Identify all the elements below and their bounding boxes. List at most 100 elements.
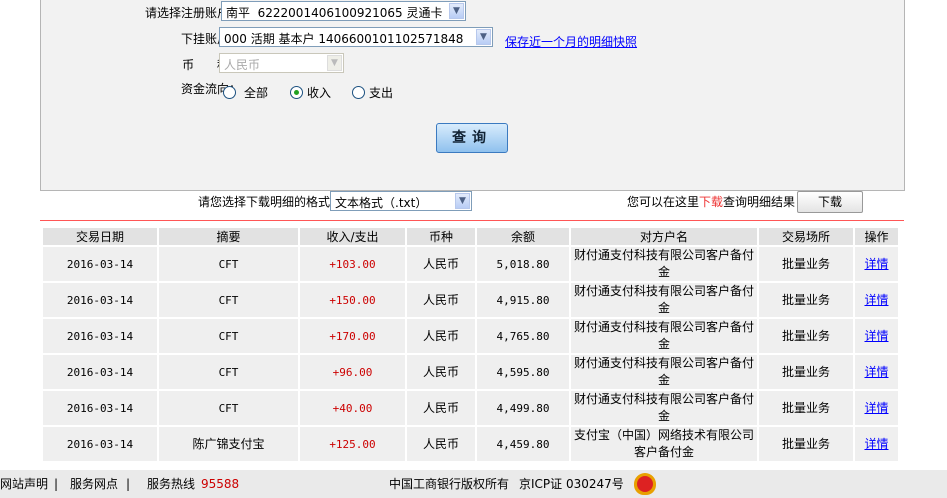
- format-value: 文本格式（.txt）: [335, 196, 428, 210]
- counterparty-cell: 财付通支付科技有限公司客户备付金: [569, 353, 759, 391]
- channel-cell: 批量业务: [757, 353, 855, 391]
- footer-link-branches[interactable]: 服务网点: [70, 470, 118, 498]
- amount-cell: +96.00: [298, 353, 407, 391]
- currency-cell: 人民币: [405, 281, 477, 319]
- column-header: 交易日期: [41, 228, 159, 247]
- currency-cell: 人民币: [405, 353, 477, 391]
- download-button[interactable]: 下载: [797, 191, 863, 213]
- balance-cell: 5,018.80: [475, 245, 571, 283]
- sub-account-select[interactable]: 000 活期 基本户 1406600101102571848 ▼: [219, 27, 493, 47]
- summary-cell: CFT: [157, 389, 300, 427]
- action-cell: 详情: [853, 245, 900, 283]
- balance-cell: 4,915.80: [475, 281, 571, 319]
- counterparty-cell: 财付通支付科技有限公司客户备付金: [569, 389, 759, 427]
- channel-cell: 批量业务: [757, 425, 855, 463]
- format-select[interactable]: 文本格式（.txt） ▼: [330, 191, 472, 211]
- column-header: 操作: [853, 228, 900, 247]
- date-cell: 2016-03-14: [41, 317, 159, 355]
- details-link[interactable]: 详情: [864, 257, 888, 271]
- details-link[interactable]: 详情: [864, 365, 888, 379]
- amount-cell: +103.00: [298, 245, 407, 283]
- details-link[interactable]: 详情: [864, 401, 888, 415]
- currency-select: 人民币 ▼: [219, 53, 344, 73]
- table-row: 2016-03-14 CFT +40.00 人民币 4,499.80 财付通支付科技有限公…: [41, 389, 900, 427]
- transactions-table: 交易日期 摘要 收入/支出 币种 余额 对方户名 交易场所 操作 2016-03-14 CFT +…: [41, 228, 900, 463]
- sub-account-value: 000 活期 基本户 1406600101102571848: [224, 32, 464, 46]
- counterparty-cell: 财付通支付科技有限公司客户备付金: [569, 281, 759, 319]
- query-panel: 请选择注册账户： 南平 6222001406100921065 灵通卡 ▼ 下挂账…: [40, 0, 905, 191]
- query-button[interactable]: 查询: [436, 123, 508, 153]
- footer: 网站声明 | 服务网点 | 服务热线 95588 中国工商银行版权所有 京ICP…: [0, 470, 947, 498]
- table-row: 2016-03-14 陈广锦支付宝 +125.00 人民币 4,459.80 支付宝（中国…: [41, 425, 900, 463]
- amount-cell: +125.00: [298, 425, 407, 463]
- action-cell: 详情: [853, 353, 900, 391]
- radio-label: 全部: [244, 86, 269, 100]
- format-label: 请您选择下载明细的格式: [198, 195, 331, 209]
- date-cell: 2016-03-14: [41, 353, 159, 391]
- hotline-number: 95588: [201, 477, 240, 491]
- summary-cell: CFT: [157, 353, 300, 391]
- amount-cell: +150.00: [298, 281, 407, 319]
- snapshot-link[interactable]: 保存近一个月的明细快照: [505, 33, 637, 50]
- column-header: 收入/支出: [298, 228, 407, 247]
- counterparty-cell: 财付通支付科技有限公司客户备付金: [569, 317, 759, 355]
- radio-label: 收入: [307, 86, 332, 100]
- table-row: 2016-03-14 CFT +170.00 人民币 4,765.80 财付通支付科技有限…: [41, 317, 900, 355]
- table-header: 交易日期 摘要 收入/支出 币种 余额 对方户名 交易场所 操作: [41, 228, 900, 247]
- badge-icon: [634, 473, 656, 495]
- balance-cell: 4,499.80: [475, 389, 571, 427]
- amount-cell: +170.00: [298, 317, 407, 355]
- amount-cell: +40.00: [298, 389, 407, 427]
- chevron-down-icon: ▼: [327, 55, 342, 71]
- flow-radio-expense[interactable]: 支出: [352, 84, 393, 101]
- details-link[interactable]: 详情: [864, 293, 888, 307]
- counterparty-cell: 财付通支付科技有限公司客户备付金: [569, 245, 759, 283]
- details-link[interactable]: 详情: [864, 437, 888, 451]
- channel-cell: 批量业务: [757, 317, 855, 355]
- radio-icon: [352, 86, 365, 99]
- summary-cell: CFT: [157, 317, 300, 355]
- balance-cell: 4,595.80: [475, 353, 571, 391]
- radio-checked-icon: [290, 86, 303, 99]
- details-link[interactable]: 详情: [864, 329, 888, 343]
- account-value: 南平 6222001406100921065 灵通卡: [226, 6, 443, 20]
- balance-cell: 4,459.80: [475, 425, 571, 463]
- flow-radio-income[interactable]: 收入: [290, 84, 331, 101]
- channel-cell: 批量业务: [757, 245, 855, 283]
- footer-link-statement[interactable]: 网站声明: [0, 470, 48, 498]
- table-row: 2016-03-14 CFT +96.00 人民币 4,595.80 财付通支付科技有限公…: [41, 353, 900, 391]
- radio-icon: [223, 86, 236, 99]
- balance-cell: 4,765.80: [475, 317, 571, 355]
- table-row: 2016-03-14 CFT +150.00 人民币 4,915.80 财付通支付科技有限…: [41, 281, 900, 319]
- summary-cell: 陈广锦支付宝: [157, 425, 300, 463]
- separator: |: [126, 477, 131, 491]
- action-cell: 详情: [853, 281, 900, 319]
- date-cell: 2016-03-14: [41, 281, 159, 319]
- currency-cell: 人民币: [405, 317, 477, 355]
- hotline-label: 服务热线: [147, 477, 196, 491]
- account-select[interactable]: 南平 6222001406100921065 灵通卡 ▼: [221, 1, 466, 21]
- table-row: 2016-03-14 CFT +103.00 人民币 5,018.80 财付通支付科技有限…: [41, 245, 900, 283]
- chevron-down-icon: ▼: [476, 29, 491, 45]
- chevron-down-icon: ▼: [455, 193, 470, 209]
- flow-radio-all[interactable]: 全部: [223, 84, 268, 101]
- currency-cell: 人民币: [405, 389, 477, 427]
- copyright: 中国工商银行版权所有: [389, 477, 510, 491]
- icp: 京ICP证 030247号: [519, 477, 624, 491]
- column-header: 币种: [405, 228, 477, 247]
- separator: |: [54, 477, 59, 491]
- date-cell: 2016-03-14: [41, 425, 159, 463]
- hint-red-text: 下载: [699, 195, 724, 209]
- currency-cell: 人民币: [405, 425, 477, 463]
- hint-text: 您可以在这里: [627, 195, 700, 209]
- channel-cell: 批量业务: [757, 281, 855, 319]
- column-header: 摘要: [157, 228, 300, 247]
- action-cell: 详情: [853, 389, 900, 427]
- currency-value: 人民币: [224, 58, 261, 72]
- action-cell: 详情: [853, 425, 900, 463]
- date-cell: 2016-03-14: [41, 245, 159, 283]
- chevron-down-icon: ▼: [449, 3, 464, 19]
- summary-cell: CFT: [157, 245, 300, 283]
- column-header: 交易场所: [757, 228, 855, 247]
- channel-cell: 批量业务: [757, 389, 855, 427]
